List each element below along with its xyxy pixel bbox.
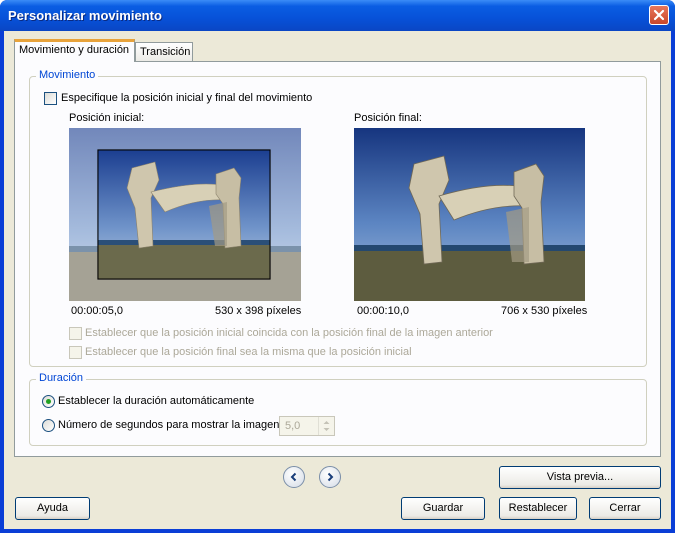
duration-legend: Duración — [36, 372, 87, 384]
end-size: 706 x 530 píxeles — [501, 305, 588, 317]
tab-panel: Movimiento Especifique la posición inici… — [14, 61, 661, 457]
help-button[interactable]: Ayuda — [15, 497, 90, 520]
start-time: 00:00:05,0 — [71, 305, 123, 317]
seconds-radio[interactable] — [42, 419, 55, 432]
tab-transition[interactable]: Transición — [135, 42, 193, 61]
end-position-preview[interactable] — [354, 128, 585, 301]
landscape-image — [354, 128, 585, 301]
auto-duration-radio[interactable] — [42, 395, 55, 408]
seconds-label[interactable]: Número de segundos para mostrar la image… — [58, 419, 279, 431]
seconds-value: 5,0 — [285, 420, 301, 432]
chevron-right-icon — [327, 472, 334, 482]
reset-button[interactable]: Restablecer — [499, 497, 577, 520]
end-time: 00:00:10,0 — [357, 305, 409, 317]
tab-movement-duration[interactable]: Movimiento y duración — [14, 39, 135, 62]
specify-position-label[interactable]: Especifique la posición inicial y final … — [61, 92, 312, 104]
match-previous-checkbox[interactable] — [69, 327, 82, 340]
same-position-label[interactable]: Establecer que la posición final sea la … — [85, 346, 412, 358]
landscape-image — [69, 128, 301, 301]
duration-group: Duración Establecer la duración automáti… — [29, 372, 647, 446]
same-position-checkbox[interactable] — [69, 346, 82, 359]
close-button[interactable]: Cerrar — [589, 497, 661, 520]
next-image-button[interactable] — [319, 466, 341, 488]
chevron-left-icon — [290, 472, 297, 482]
end-position-label: Posición final: — [354, 112, 422, 124]
spinner-arrows[interactable] — [318, 417, 334, 435]
start-position-preview[interactable] — [69, 128, 301, 301]
close-icon — [653, 9, 665, 21]
radio-selected-dot — [46, 399, 51, 404]
window-title: Personalizar movimiento — [8, 8, 162, 23]
tab-label: Transición — [140, 46, 191, 58]
save-button[interactable]: Guardar — [401, 497, 485, 520]
title-bar[interactable]: Personalizar movimiento — [0, 0, 675, 31]
spinner-arrows-icon — [323, 421, 330, 431]
movement-legend: Movimiento — [36, 69, 99, 81]
preview-button[interactable]: Vista previa... — [499, 466, 661, 489]
start-position-label: Posición inicial: — [69, 112, 145, 124]
dialog-window: Personalizar movimiento Movimiento y dur… — [0, 0, 675, 533]
dialog-body: Movimiento y duración Transición Movimie… — [4, 31, 671, 529]
seconds-spinner[interactable]: 5,0 — [279, 416, 335, 436]
match-previous-label[interactable]: Establecer que la posición inicial coinc… — [85, 327, 493, 339]
auto-duration-label[interactable]: Establecer la duración automáticamente — [58, 395, 254, 407]
specify-position-checkbox[interactable] — [44, 92, 57, 105]
movement-group: Movimiento Especifique la posición inici… — [29, 69, 647, 367]
tab-label: Movimiento y duración — [19, 44, 130, 56]
start-size: 530 x 398 píxeles — [215, 305, 302, 317]
previous-image-button[interactable] — [283, 466, 305, 488]
close-window-button[interactable] — [649, 5, 669, 25]
